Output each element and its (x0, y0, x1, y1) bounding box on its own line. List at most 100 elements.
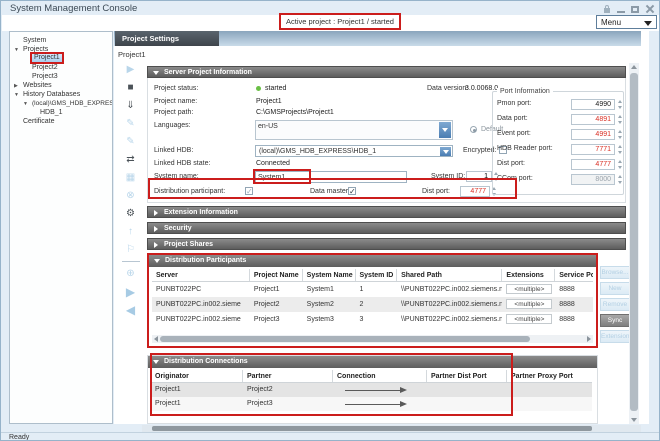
extensions-cell[interactable]: <multiple> (506, 299, 552, 309)
server-project-information-panel: Project status: started Data version: 3.… (147, 78, 626, 203)
tree-item-project2[interactable]: Project2 (10, 63, 112, 72)
collapse-icon (153, 71, 159, 75)
edit-project-button[interactable]: ✎ (120, 135, 142, 149)
spinner-arrows[interactable] (617, 129, 623, 140)
cancel-button[interactable]: ⊗ (120, 189, 142, 203)
connections-table: Originator Partner Connection Partner Di… (151, 370, 592, 411)
vertical-scrollbar[interactable] (629, 63, 639, 424)
plus-circle-icon: ⊕ (126, 268, 134, 279)
linked-hdb-dropdown-button[interactable] (440, 147, 451, 156)
connections-row-2[interactable]: Project1 Project3 (151, 397, 592, 411)
spinner-arrows[interactable] (617, 99, 623, 110)
tree-item-certificate[interactable]: Certificate (10, 117, 112, 126)
chevron-down-icon (443, 150, 449, 154)
languages-dropdown-button[interactable] (439, 122, 451, 138)
scrollbar-thumb[interactable] (630, 73, 638, 411)
toolbar-separator (122, 261, 140, 262)
section-header-distribution-participants[interactable]: Distribution Participants (149, 255, 596, 267)
save-button[interactable]: ▦ (120, 171, 142, 185)
spinner-arrows[interactable] (617, 114, 623, 125)
maximize-button[interactable] (630, 5, 640, 13)
expand-icon (154, 226, 158, 232)
default-language-radio[interactable] (470, 126, 477, 133)
stop-icon: ■ (127, 82, 133, 93)
participants-horizontal-scrollbar[interactable] (152, 335, 593, 343)
spinner-arrows[interactable] (617, 144, 623, 155)
participants-row-1[interactable]: PUNBT022PC Project1 System1 1 \\PUNBT022… (152, 282, 593, 297)
scroll-down-icon[interactable] (631, 418, 637, 422)
browse-button[interactable]: Browse... (600, 266, 630, 279)
scroll-left-icon[interactable] (154, 336, 158, 342)
scroll-up-icon[interactable] (631, 65, 637, 69)
tree-item-project3[interactable]: Project3 (10, 72, 112, 81)
extensions-cell[interactable]: <multiple> (506, 314, 552, 324)
event-port-spinner[interactable]: 4991 (571, 129, 615, 140)
linked-hdb-label: Linked HDB: (154, 147, 193, 154)
section-header-project-shares[interactable]: Project Shares (147, 238, 626, 250)
participants-row-2[interactable]: PUNBT022PC.in002.sieme Project2 System2 … (152, 297, 593, 312)
active-project-banner: Active project : Project1 / started (279, 13, 401, 30)
tree-item-project1[interactable]: Project1 (10, 54, 112, 63)
hdb-reader-port-spinner[interactable]: 7771 (571, 144, 615, 155)
forward-button[interactable]: ▶ (120, 285, 142, 299)
sync-button[interactable]: Sync (600, 314, 630, 327)
scrollbar-thumb[interactable] (160, 336, 530, 342)
edit-button[interactable]: ✎ (120, 117, 142, 131)
data-port-spinner[interactable]: 4891 (571, 114, 615, 125)
notifications-button[interactable]: ⚐ (120, 243, 142, 257)
tree-item-system[interactable]: System (10, 36, 112, 45)
stop-project-button[interactable]: ■ (120, 81, 142, 95)
edit-distribution-button[interactable]: ⚙ (120, 207, 142, 221)
flag-icon: ⚐ (126, 244, 135, 255)
main-horizontal-scrollbar[interactable] (142, 425, 641, 432)
tree-item-websites[interactable]: ▶Websites (10, 81, 112, 90)
minimize-button[interactable] (616, 5, 626, 13)
menu-dropdown[interactable]: Menu (596, 15, 657, 29)
connections-row-1[interactable]: Project1 Project2 (151, 383, 592, 397)
tree-item-gms-hdb-express[interactable]: ▼(local)\GMS_HDB_EXPRESS (10, 99, 112, 108)
dist-port-spinner[interactable]: 4777 (460, 186, 490, 197)
section-header-server-project-information[interactable]: Server Project Information (147, 66, 626, 78)
extensions-cell[interactable]: <multiple> (506, 284, 552, 294)
participants-row-3[interactable]: PUNBT022PC.in002.sieme Project3 System3 … (152, 312, 593, 327)
start-project-button[interactable]: ▶ (120, 63, 142, 77)
tab-project-settings[interactable]: Project Settings (115, 31, 219, 46)
add-button[interactable]: ⊕ (120, 267, 142, 281)
linked-hdb-state-label: Linked HDB state: (154, 160, 210, 167)
participants-table-header: Server Project Name System Name System I… (152, 269, 593, 282)
language-item[interactable]: en-US (258, 123, 278, 130)
tree-item-hdb1[interactable]: HDB_1 (10, 108, 112, 117)
save-project-as-button[interactable]: ⇓ (120, 99, 142, 113)
section-header-extension-information[interactable]: Extension Information (147, 206, 626, 218)
breadcrumb: Project1 (118, 50, 146, 59)
back-button[interactable]: ◀ (120, 303, 142, 317)
distribution-connections-panel: Distribution Connections Originator Part… (147, 355, 598, 424)
dist-port-label: Dist port: (422, 188, 450, 195)
scroll-right-icon[interactable] (587, 336, 591, 342)
pmon-port-spinner[interactable]: 4990 (571, 99, 615, 110)
remove-button[interactable]: Remove (600, 298, 630, 311)
close-button[interactable] (645, 5, 655, 13)
system-id-label: System ID: (431, 173, 465, 180)
extensions-button[interactable]: Extensions (600, 330, 630, 343)
scrollbar-thumb[interactable] (152, 426, 592, 431)
languages-listbox[interactable]: en-US (255, 120, 453, 140)
project-status-value: started (265, 85, 286, 92)
section-header-distribution-connections[interactable]: Distribution Connections (148, 356, 597, 368)
tree-item-history-databases[interactable]: ▼History Databases (10, 90, 112, 99)
system-management-console-window: System Management Console Active project… (0, 0, 660, 441)
system-name-input[interactable] (255, 171, 407, 183)
section-header-security[interactable]: Security (147, 222, 626, 234)
system-id-spinner[interactable]: 1 (466, 171, 492, 182)
data-version-label: Data version: (427, 85, 468, 92)
cancel-icon: ⊗ (126, 190, 134, 201)
new-button[interactable]: New (600, 282, 630, 295)
link-hdb-button[interactable]: ⇄ (120, 153, 142, 167)
upgrade-project-button[interactable]: ↑ (120, 225, 142, 239)
dist-port-info-spinner[interactable]: 4777 (571, 159, 615, 170)
spinner-arrows[interactable] (617, 159, 623, 170)
data-master-checkbox[interactable] (348, 187, 356, 195)
chevron-down-icon (442, 128, 448, 132)
distribution-participant-checkbox[interactable] (245, 187, 253, 195)
linked-hdb-combo[interactable]: (local)\GMS_HDB_EXPRESS\HDB_1 (255, 145, 453, 157)
